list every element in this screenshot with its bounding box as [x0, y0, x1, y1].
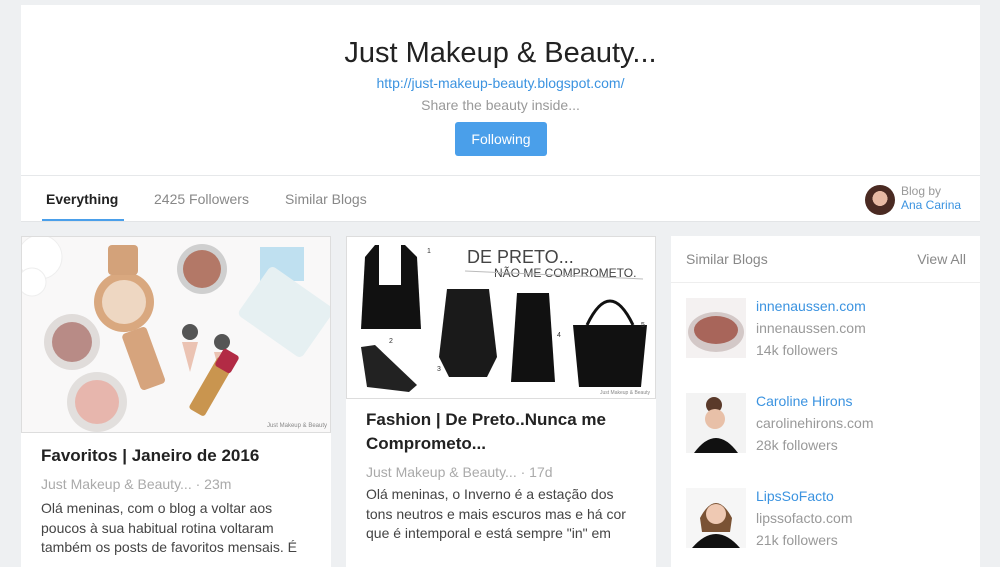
- image-watermark: Just Makeup & Beauty: [267, 423, 327, 429]
- meta-separator: ·: [195, 476, 205, 492]
- post-card[interactable]: Just Makeup & Beauty Favoritos | Janeiro…: [21, 236, 331, 567]
- similar-blog-item[interactable]: innenaussen.com innenaussen.com 14k foll…: [686, 298, 966, 360]
- post-excerpt: Olá meninas, com o blog a voltar aos pou…: [41, 500, 297, 555]
- blog-header: Just Makeup & Beauty... http://just-make…: [21, 5, 980, 175]
- collage-heading: DE PRETO...: [467, 247, 574, 267]
- tabs-bar: Everything 2425 Followers Similar Blogs …: [21, 175, 980, 222]
- author-avatar[interactable]: [865, 185, 895, 215]
- similar-blog-item[interactable]: Caroline Hirons carolinehirons.com 28k f…: [686, 393, 966, 455]
- post-meta: Just Makeup & Beauty... · 23m: [41, 476, 231, 492]
- similar-blog-followers: 21k followers: [756, 532, 838, 548]
- similar-blog-followers: 14k followers: [756, 342, 838, 358]
- svg-text:5: 5: [641, 322, 645, 329]
- similar-blog-name[interactable]: innenaussen.com: [756, 298, 866, 314]
- similar-blogs-heading: Similar Blogs: [686, 251, 768, 267]
- makeup-flatlay-image: Just Makeup & Beauty: [22, 237, 330, 432]
- similar-blog-name[interactable]: Caroline Hirons: [756, 393, 852, 409]
- similar-blogs-sidebar: Similar Blogs View All innenaussen.com i…: [671, 236, 980, 567]
- svg-text:4: 4: [557, 332, 561, 339]
- active-tab-indicator: [42, 219, 124, 221]
- post-title[interactable]: Favoritos | Janeiro de 2016: [41, 444, 259, 468]
- blog-tagline: Share the beauty inside...: [421, 97, 580, 113]
- svg-text:3: 3: [437, 366, 441, 373]
- following-button[interactable]: Following: [455, 122, 547, 156]
- similar-blog-followers: 28k followers: [756, 437, 838, 453]
- meta-separator: ·: [520, 464, 530, 480]
- similar-blog-item[interactable]: LipsSoFacto lipssofacto.com 21k follower…: [686, 488, 966, 550]
- blog-title: Just Makeup & Beauty...: [344, 37, 657, 69]
- portrait-thumbnail: [686, 393, 746, 453]
- tab-similar-blogs[interactable]: Similar Blogs: [285, 191, 367, 207]
- blog-by-label: Blog by: [901, 184, 942, 198]
- post-age: 17d: [529, 464, 553, 480]
- fashion-collage-image: DE PRETO... NÃO ME COMPROMETO. 1 2 3 4 5…: [347, 237, 655, 398]
- post-source[interactable]: Just Makeup & Beauty...: [366, 464, 517, 480]
- post-card[interactable]: DE PRETO... NÃO ME COMPROMETO. 1 2 3 4 5…: [346, 236, 656, 567]
- post-meta: Just Makeup & Beauty... · 17d: [366, 464, 553, 480]
- blog-thumbnail[interactable]: [686, 298, 746, 358]
- post-age: 23m: [204, 476, 232, 492]
- blog-thumbnail[interactable]: [686, 488, 746, 548]
- post-title[interactable]: Fashion | De Preto..Nunca me Comprometo.…: [366, 408, 641, 456]
- author-name-link[interactable]: Ana Carina: [901, 198, 961, 212]
- post-image[interactable]: Just Makeup & Beauty: [21, 236, 331, 433]
- post-image[interactable]: DE PRETO... NÃO ME COMPROMETO. 1 2 3 4 5…: [346, 236, 656, 399]
- post-excerpt: Olá meninas, o Inverno é a estação dos t…: [366, 486, 626, 541]
- similar-blog-domain: lipssofacto.com: [756, 510, 853, 526]
- blog-url-link[interactable]: http://just-makeup-beauty.blogspot.com/: [21, 75, 980, 91]
- similar-blog-name[interactable]: LipsSoFacto: [756, 488, 834, 504]
- portrait-thumbnail: [686, 488, 746, 548]
- sidebar-divider: [671, 282, 980, 283]
- image-watermark: Just Makeup & Beauty: [600, 390, 651, 396]
- similar-blog-domain: carolinehirons.com: [756, 415, 874, 431]
- tab-everything[interactable]: Everything: [46, 191, 118, 207]
- post-source[interactable]: Just Makeup & Beauty...: [41, 476, 192, 492]
- tab-followers[interactable]: 2425 Followers: [154, 191, 249, 207]
- blush-compact-thumbnail: [686, 298, 746, 358]
- svg-text:1: 1: [427, 248, 431, 255]
- view-all-link[interactable]: View All: [917, 251, 966, 267]
- svg-text:2: 2: [389, 338, 393, 345]
- similar-blog-domain: innenaussen.com: [756, 320, 866, 336]
- blog-thumbnail[interactable]: [686, 393, 746, 453]
